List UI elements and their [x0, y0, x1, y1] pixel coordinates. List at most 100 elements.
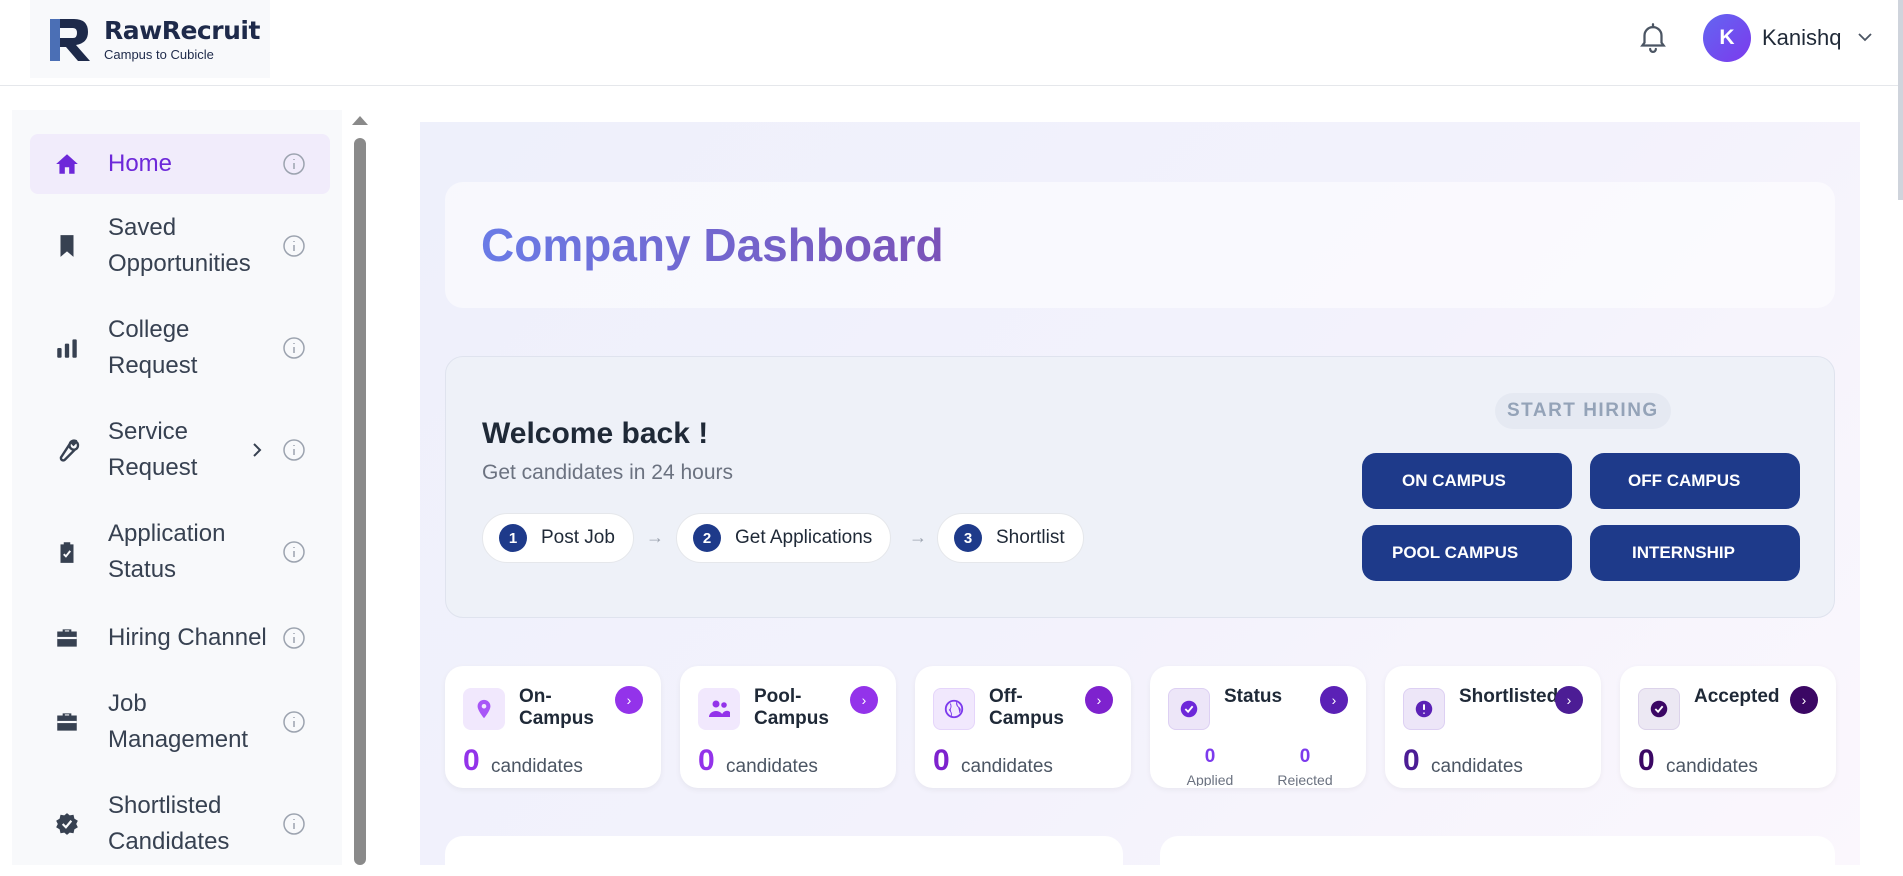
sidebar-scrollbar-thumb[interactable] — [354, 138, 366, 865]
info-icon[interactable] — [282, 812, 306, 836]
step-number: 3 — [954, 524, 982, 552]
info-icon[interactable] — [282, 710, 306, 734]
on-campus-button[interactable]: ON CAMPUS — [1362, 453, 1572, 509]
sidebar-item-application-status[interactable]: Application Status — [30, 512, 330, 592]
step-label: Post Job — [541, 527, 615, 548]
user-name[interactable]: Kanishq — [1762, 25, 1842, 51]
sidebar-item-label: Application Status — [108, 520, 226, 583]
chevron-right-icon[interactable]: › — [1320, 686, 1348, 714]
stat-title: Shortlisted — [1459, 686, 1559, 707]
rejected-count: 0 — [1299, 746, 1311, 767]
badge-check-icon — [56, 813, 78, 835]
info-icon[interactable] — [282, 540, 306, 564]
info-icon[interactable] — [282, 336, 306, 360]
stat-title: Accepted — [1694, 686, 1780, 707]
notification-bell-icon[interactable] — [1636, 19, 1670, 55]
check-circle-icon — [1168, 688, 1210, 730]
bookmark-icon — [60, 235, 74, 257]
logo[interactable]: RawRecruit Campus to Cubicle — [30, 0, 270, 78]
stat-value: 0 — [1638, 744, 1655, 777]
briefcase-icon — [57, 629, 77, 647]
sidebar-item-label: Shortlisted Candidates — [108, 792, 230, 855]
sidebar-item-college-request[interactable]: College Request — [30, 308, 330, 388]
stat-value: 0 — [933, 744, 950, 777]
clipboard-icon — [60, 542, 74, 563]
scroll-up-arrow-icon[interactable] — [352, 116, 368, 125]
stat-unit: candidates — [1666, 756, 1758, 777]
stat-unit: candidates — [491, 756, 583, 777]
chevron-right-icon[interactable]: › — [850, 686, 878, 714]
sidebar-item-job-management[interactable]: Job Management — [30, 682, 330, 762]
page-title: Company Dashboard — [481, 219, 944, 271]
logo-tagline: Campus to Cubicle — [104, 47, 214, 62]
applied-count: 0 — [1204, 746, 1216, 767]
step-get-applications: 2 Get Applications — [676, 513, 892, 563]
bar-chart-icon — [57, 339, 77, 358]
chevron-right-icon[interactable]: › — [1555, 686, 1583, 714]
pool-campus-button[interactable]: POOL CAMPUS — [1362, 525, 1572, 581]
window-scrollbar[interactable] — [1898, 0, 1903, 200]
info-icon[interactable] — [282, 626, 306, 650]
welcome-subtitle: Get candidates in 24 hours — [482, 461, 733, 484]
stat-value: 0 — [1403, 744, 1420, 777]
step-post-job: 1 Post Job — [482, 513, 634, 563]
globe-icon — [933, 688, 975, 730]
step-label: Shortlist — [996, 527, 1065, 548]
welcome-card: Welcome back ! Get candidates in 24 hour… — [445, 356, 1835, 618]
rejected-label: Rejected — [1277, 772, 1333, 786]
briefcase-icon — [57, 713, 77, 731]
sidebar: Home Saved Opportunities College Request… — [12, 110, 342, 865]
logo-name: RawRecruit — [104, 16, 260, 45]
stat-card-shortlisted[interactable]: Shortlisted › 0 candidates — [1385, 666, 1601, 788]
chevron-right-icon[interactable]: › — [615, 686, 643, 714]
sidebar-item-label: Hiring Channel — [108, 624, 267, 651]
check-circle-icon — [1638, 688, 1680, 730]
stat-card-off-campus[interactable]: Off-Campus › 0 candidates — [915, 666, 1131, 788]
bottom-card-right — [1160, 836, 1835, 876]
internship-button[interactable]: INTERNSHIP — [1590, 525, 1800, 581]
info-icon[interactable] — [282, 152, 306, 176]
sidebar-item-shortlisted-candidates[interactable]: Shortlisted Candidates — [30, 784, 330, 864]
stat-value: 0 — [463, 744, 480, 777]
sidebar-item-saved-opportunities[interactable]: Saved Opportunities — [30, 206, 330, 286]
step-number: 2 — [693, 524, 721, 552]
sidebar-item-label: College Request — [108, 316, 198, 379]
stat-title: Off-Campus — [989, 686, 1064, 729]
stat-title: Pool-Campus — [754, 686, 829, 729]
stat-unit: candidates — [961, 756, 1053, 777]
stat-title: Status — [1224, 686, 1283, 707]
sidebar-item-label: Home — [108, 150, 173, 177]
step-arrow: → — [646, 527, 664, 547]
chevron-right-icon[interactable]: › — [1085, 686, 1113, 714]
stat-card-pool-campus[interactable]: Pool-Campus › 0 candidates — [680, 666, 896, 788]
sidebar-item-service-request[interactable]: Service Request — [30, 410, 330, 490]
avatar[interactable]: K — [1703, 14, 1751, 62]
step-number: 1 — [499, 524, 527, 552]
welcome-title: Welcome back ! — [482, 417, 709, 450]
info-icon[interactable] — [282, 438, 306, 462]
stat-card-status[interactable]: Status › 0 Applied 0 Rejected — [1150, 666, 1366, 788]
bottom-card-left — [445, 836, 1123, 876]
chevron-down-icon[interactable] — [1856, 28, 1874, 46]
stat-value: 0 — [698, 744, 715, 777]
off-campus-button[interactable]: OFF CAMPUS — [1590, 453, 1800, 509]
home-icon — [56, 154, 78, 174]
step-label: Get Applications — [735, 527, 873, 548]
logo-mark-icon — [50, 19, 90, 61]
stat-unit: candidates — [726, 756, 818, 777]
title-card: Company Dashboard — [445, 182, 1835, 308]
chevron-right-icon[interactable]: › — [1790, 686, 1818, 714]
stat-title: On-Campus — [519, 686, 594, 729]
sidebar-item-home[interactable]: Home — [30, 134, 330, 194]
sidebar-item-hiring-channel[interactable]: Hiring Channel — [30, 612, 330, 664]
sidebar-item-label: Saved Opportunities — [108, 214, 251, 277]
stat-card-on-campus[interactable]: On-Campus › 0 candidates — [445, 666, 661, 788]
stat-unit: candidates — [1431, 756, 1523, 777]
chevron-right-icon[interactable] — [248, 441, 266, 459]
users-icon — [698, 688, 740, 730]
top-bar: RawRecruit Campus to Cubicle K Kanishq — [0, 0, 1903, 86]
info-icon[interactable] — [282, 234, 306, 258]
sidebar-item-label: Job Management — [108, 690, 249, 753]
stat-card-accepted[interactable]: Accepted › 0 candidates — [1620, 666, 1836, 788]
step-shortlist: 3 Shortlist — [937, 513, 1084, 563]
